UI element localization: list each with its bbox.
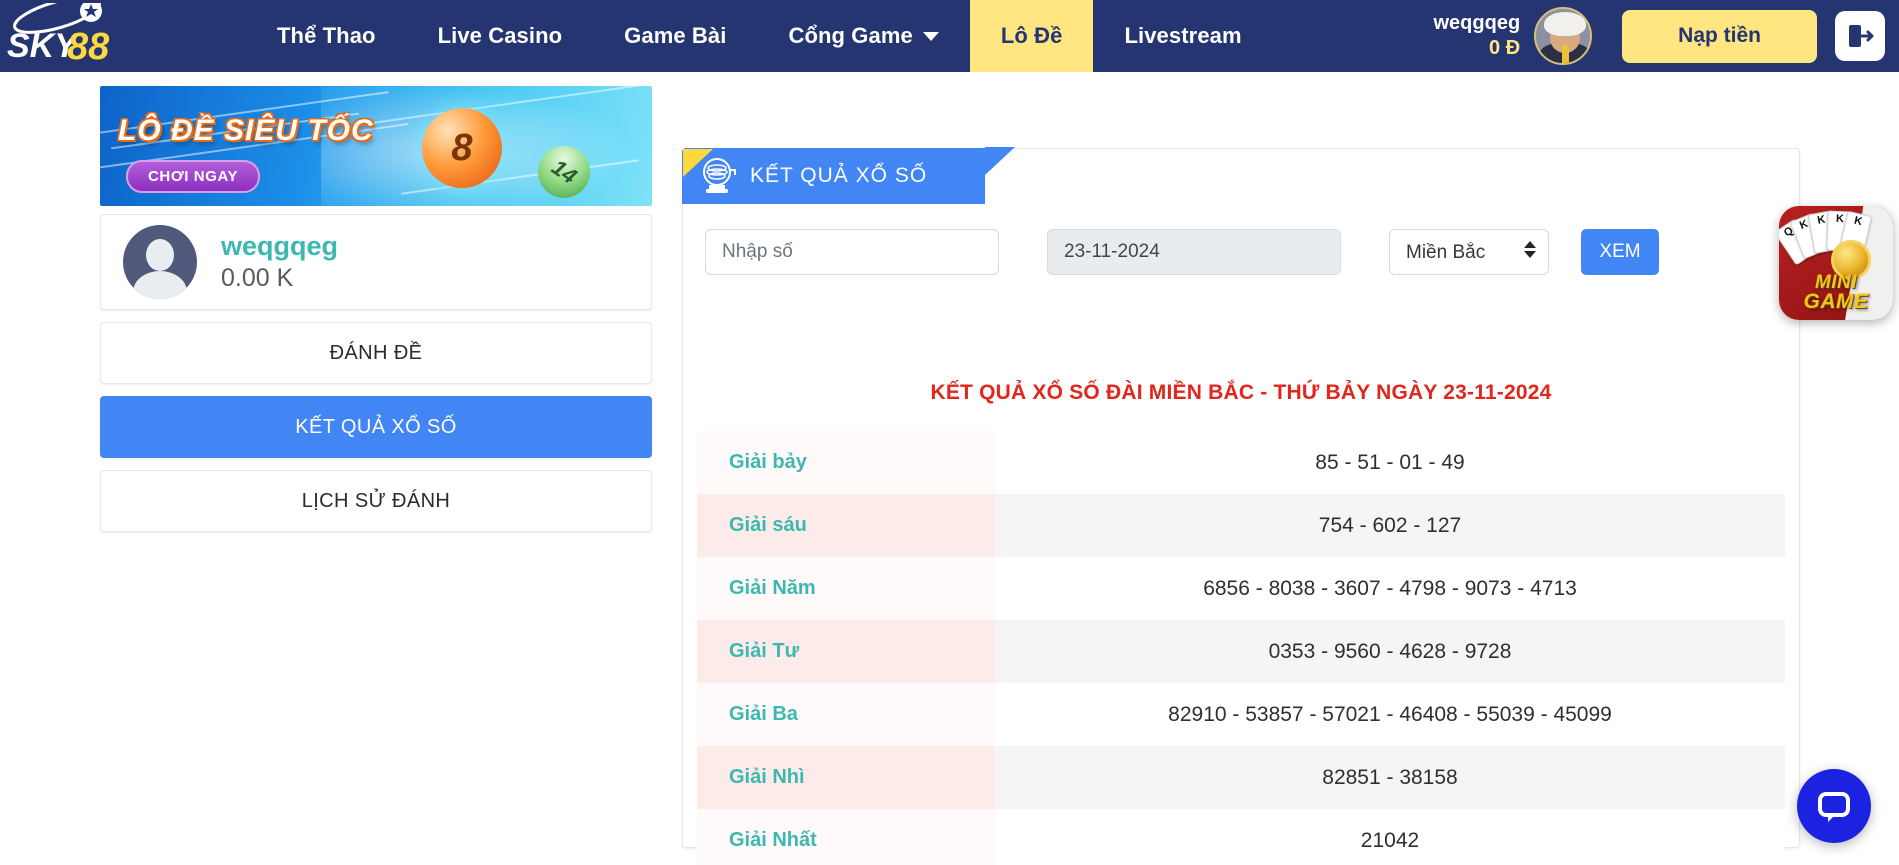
nav-label: Thể Thao [277, 23, 376, 49]
minigame-label: MINI GAME [1779, 274, 1893, 312]
ribbon-notch [985, 147, 1015, 203]
nav-item-cong-game[interactable]: Cổng Game [757, 0, 969, 72]
promo-cta-button[interactable]: CHƠI NGAY [126, 160, 260, 193]
table-row: Giải Nhất 21042 [697, 809, 1785, 865]
minigame-widget[interactable]: Q K K K K MINI GAME [1779, 206, 1893, 320]
nav-item-live-casino[interactable]: Live Casino [407, 0, 594, 72]
prize-label: Giải Nhì [697, 746, 995, 809]
table-row: Giải Tư 0353 - 9560 - 4628 - 9728 [697, 620, 1785, 683]
prize-value: 6856 - 8038 - 3607 - 4798 - 9073 - 4713 [995, 557, 1785, 620]
nav-label: Live Casino [438, 23, 563, 49]
results-table: Giải bảy 85 - 51 - 01 - 49 Giải sáu 754 … [697, 431, 1785, 865]
chat-button[interactable] [1797, 769, 1871, 843]
prize-value: 0353 - 9560 - 4628 - 9728 [995, 620, 1785, 683]
sidebar-item-label: LỊCH SỬ ĐÁNH [302, 490, 451, 513]
prize-value: 82851 - 38158 [995, 746, 1785, 809]
profile-text: weqgqeg 0.00 K [221, 231, 338, 293]
nav-label: Cổng Game [788, 23, 912, 49]
logout-button[interactable] [1835, 11, 1885, 61]
profile-balance: 0.00 K [221, 264, 338, 293]
header-avatar[interactable] [1534, 7, 1592, 65]
nav-label: Livestream [1124, 23, 1241, 49]
region-select-wrapper: Miền Bắc Miền Trung Miền Nam [1389, 229, 1549, 275]
brand-logo[interactable]: SKY 88 [0, 0, 150, 72]
prize-value: 754 - 602 - 127 [995, 494, 1785, 557]
nav-item-game-bai[interactable]: Game Bài [593, 0, 757, 72]
prize-label: Giải Ba [697, 683, 995, 746]
table-row: Giải Nhì 82851 - 38158 [697, 746, 1785, 809]
header-username: weqgqeg [1433, 12, 1520, 35]
panel-ribbon-header: KẾT QUẢ XỔ SỐ [682, 148, 985, 204]
filters-bar: Miền Bắc Miền Trung Miền Nam XEM [705, 229, 1659, 275]
sky88-logo-icon: SKY 88 [5, 3, 145, 69]
nav-item-the-thao[interactable]: Thể Thao [246, 0, 407, 72]
minigame-line2: GAME [1779, 292, 1893, 312]
view-results-button[interactable]: XEM [1581, 229, 1659, 275]
table-row: Giải sáu 754 - 602 - 127 [697, 494, 1785, 557]
result-heading: KẾT QUẢ XỔ SỐ ĐÀI MIỀN BẮC - THỨ BẢY NGÀ… [683, 381, 1799, 405]
nav-item-lo-de[interactable]: Lô Đề [970, 0, 1094, 72]
prize-label: Giải Tư [697, 620, 995, 683]
avatar-tie [1562, 45, 1569, 63]
ribbon-tail-triangle [683, 149, 713, 205]
header-user-info[interactable]: weqgqeg 0 Đ [1433, 12, 1520, 60]
date-input[interactable] [1047, 229, 1341, 275]
avatar-body-shape [133, 271, 187, 299]
promo-title: LÔ ĐỀ SIÊU TỐC [118, 114, 374, 148]
profile-username: weqgqeg [221, 231, 338, 262]
nav-label: Game Bài [624, 23, 726, 49]
nav-label: Lô Đề [1001, 23, 1063, 49]
logout-icon [1846, 22, 1874, 50]
chevron-down-icon [923, 32, 939, 41]
promo-banner[interactable]: 8 14 LÔ ĐỀ SIÊU TỐC CHƠI NGAY [100, 86, 652, 206]
sidebar-item-ket-qua-xo-so[interactable]: KẾT QUẢ XỔ SỐ [100, 396, 652, 458]
profile-card: weqgqeg 0.00 K [100, 214, 652, 310]
table-row: Giải Ba 82910 - 53857 - 57021 - 46408 - … [697, 683, 1785, 746]
avatar-hair [1544, 12, 1586, 36]
top-header: SKY 88 Thể Thao Live Casino Game Bài Cổn… [0, 0, 1899, 72]
search-number-input[interactable] [705, 229, 999, 275]
table-row: Giải bảy 85 - 51 - 01 - 49 [697, 431, 1785, 494]
svg-text:88: 88 [67, 26, 110, 68]
main-navigation: Thể Thao Live Casino Game Bài Cổng Game … [246, 0, 1273, 72]
sidebar-item-lich-su-danh[interactable]: LỊCH SỬ ĐÁNH [100, 470, 652, 532]
lottery-ball-icon: 8 [422, 108, 502, 188]
prize-value: 82910 - 53857 - 57021 - 46408 - 55039 - … [995, 683, 1785, 746]
prize-value: 85 - 51 - 01 - 49 [995, 431, 1785, 494]
prize-label: Giải sáu [697, 494, 995, 557]
table-row: Giải Năm 6856 - 8038 - 3607 - 4798 - 907… [697, 557, 1785, 620]
region-select[interactable]: Miền Bắc Miền Trung Miền Nam [1389, 229, 1549, 275]
header-balance: 0 Đ [1489, 37, 1520, 60]
sidebar-item-danh-de[interactable]: ĐÁNH ĐỀ [100, 322, 652, 384]
prize-value: 21042 [995, 809, 1785, 865]
prize-label: Giải Năm [697, 557, 995, 620]
profile-avatar[interactable] [123, 225, 197, 299]
left-sidebar: 8 14 LÔ ĐỀ SIÊU TỐC CHƠI NGAY weqgqeg 0.… [100, 86, 652, 532]
sidebar-item-label: KẾT QUẢ XỔ SỐ [295, 416, 457, 439]
chat-bubble-icon [1815, 787, 1853, 825]
lottery-results-panel: KẾT QUẢ XỔ SỐ Miền Bắc Miền Trung Miền N… [682, 148, 1800, 848]
deposit-button[interactable]: Nạp tiền [1622, 10, 1817, 63]
avatar-head-shape [146, 239, 174, 271]
panel-title: KẾT QUẢ XỔ SỐ [750, 164, 927, 188]
nav-item-livestream[interactable]: Livestream [1093, 0, 1272, 72]
header-user-area: weqgqeg 0 Đ Nạp tiền [1433, 7, 1899, 65]
ball-number: 14 [547, 154, 582, 189]
prize-label: Giải bảy [697, 431, 995, 494]
page-body: 8 14 LÔ ĐỀ SIÊU TỐC CHƠI NGAY weqgqeg 0.… [0, 72, 1899, 865]
ball-number: 8 [451, 127, 472, 170]
sidebar-item-label: ĐÁNH ĐỀ [330, 342, 423, 365]
prize-label: Giải Nhất [697, 809, 995, 865]
